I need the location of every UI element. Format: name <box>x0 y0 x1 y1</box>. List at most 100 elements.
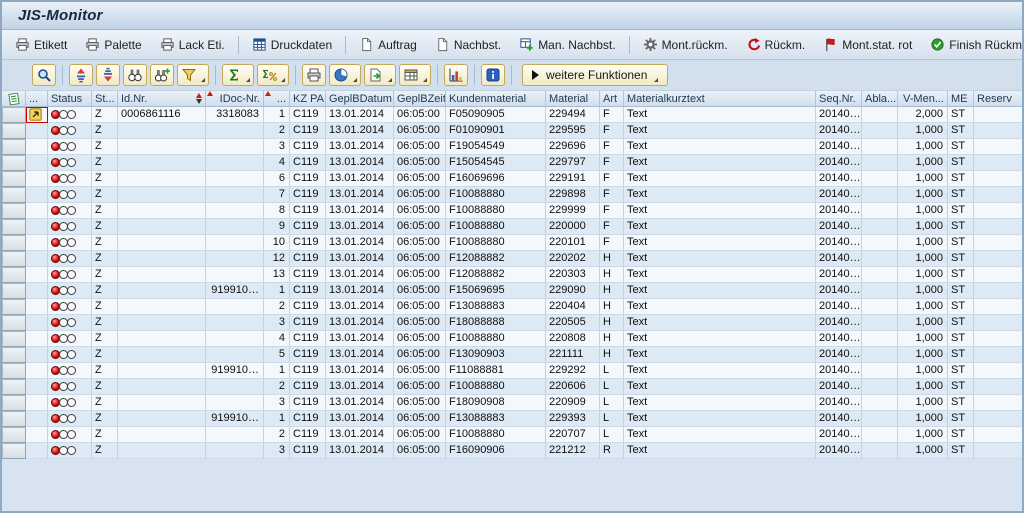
cell-seqnr[interactable]: 20140… <box>816 363 862 379</box>
column-header-kmat[interactable]: Kundenmaterial <box>446 91 546 106</box>
cell-gzeit[interactable]: 06:05:00 <box>394 155 446 171</box>
cell-status[interactable] <box>48 107 92 123</box>
layout-button[interactable] <box>399 64 431 86</box>
cell-kmat[interactable]: F15054545 <box>446 155 546 171</box>
cell-idoc[interactable] <box>206 251 264 267</box>
cell-material[interactable]: 220101 <box>546 235 600 251</box>
cell-idnr[interactable] <box>118 235 206 251</box>
sort-ascending-button[interactable] <box>69 64 93 86</box>
cell-ktext[interactable]: Text <box>624 123 816 139</box>
cell-st[interactable]: Z <box>92 267 118 283</box>
cell-art[interactable]: H <box>600 251 624 267</box>
cell-status[interactable] <box>48 251 92 267</box>
cell-gzeit[interactable]: 06:05:00 <box>394 267 446 283</box>
cell-kzpa[interactable]: C119 <box>290 219 326 235</box>
cell-status[interactable] <box>48 267 92 283</box>
cell-kmat[interactable]: F18090908 <box>446 395 546 411</box>
cell-status[interactable] <box>48 203 92 219</box>
cell-gzeit[interactable]: 06:05:00 <box>394 427 446 443</box>
cell-idnr[interactable] <box>118 203 206 219</box>
cell-dots1[interactable] <box>26 299 48 315</box>
cell-pos[interactable]: 7 <box>264 187 290 203</box>
cell-status[interactable] <box>48 427 92 443</box>
cell-st[interactable]: Z <box>92 219 118 235</box>
cell-pos[interactable]: 13 <box>264 267 290 283</box>
cell-me[interactable]: ST <box>948 187 974 203</box>
cell-status[interactable] <box>48 155 92 171</box>
cell-vmen[interactable]: 1,000 <box>898 219 948 235</box>
cell-kmat[interactable]: F10088880 <box>446 203 546 219</box>
cell-st[interactable]: Z <box>92 203 118 219</box>
cell-pos[interactable]: 12 <box>264 251 290 267</box>
cell-seqnr[interactable]: 20140… <box>816 411 862 427</box>
cell-idnr[interactable] <box>118 171 206 187</box>
cell-material[interactable]: 229999 <box>546 203 600 219</box>
export-button[interactable] <box>364 64 396 86</box>
cell-art[interactable]: H <box>600 347 624 363</box>
cell-seqnr[interactable]: 20140… <box>816 219 862 235</box>
cell-abla[interactable] <box>862 427 898 443</box>
cell-vmen[interactable]: 2,000 <box>898 107 948 123</box>
cell-material[interactable]: 220202 <box>546 251 600 267</box>
cell-pos[interactable]: 2 <box>264 299 290 315</box>
cell-vmen[interactable]: 1,000 <box>898 411 948 427</box>
find-next-button[interactable] <box>150 64 174 86</box>
cell-vmen[interactable]: 1,000 <box>898 235 948 251</box>
cell-ktext[interactable]: Text <box>624 443 816 459</box>
cell-vmen[interactable]: 1,000 <box>898 203 948 219</box>
cell-material[interactable]: 229595 <box>546 123 600 139</box>
toolbar-button-rückm[interactable]: Rückm. <box>737 33 815 56</box>
cell-abla[interactable] <box>862 331 898 347</box>
cell-seqnr[interactable]: 20140… <box>816 187 862 203</box>
cell-dots1[interactable] <box>26 427 48 443</box>
cell-material[interactable]: 220505 <box>546 315 600 331</box>
cell-gdatum[interactable]: 13.01.2014 <box>326 363 394 379</box>
cell-gzeit[interactable]: 06:05:00 <box>394 107 446 123</box>
cell-gdatum[interactable]: 13.01.2014 <box>326 203 394 219</box>
column-header-material[interactable]: Material <box>546 91 600 106</box>
cell-ktext[interactable]: Text <box>624 427 816 443</box>
cell-status[interactable] <box>48 331 92 347</box>
cell-gzeit[interactable]: 06:05:00 <box>394 251 446 267</box>
cell-kzpa[interactable]: C119 <box>290 395 326 411</box>
cell-vmen[interactable]: 1,000 <box>898 331 948 347</box>
cell-vmen[interactable]: 1,000 <box>898 315 948 331</box>
cell-kmat[interactable]: F01090901 <box>446 123 546 139</box>
cell-st[interactable]: Z <box>92 299 118 315</box>
cell-kmat[interactable]: F10088880 <box>446 187 546 203</box>
cell-material[interactable]: 220606 <box>546 379 600 395</box>
cell-idoc[interactable]: 3318083 <box>206 107 264 123</box>
cell-me[interactable]: ST <box>948 203 974 219</box>
cell-idoc[interactable] <box>206 123 264 139</box>
cell-art[interactable]: F <box>600 235 624 251</box>
cell-ktext[interactable]: Text <box>624 331 816 347</box>
cell-kmat[interactable]: F10088880 <box>446 235 546 251</box>
cell-seqnr[interactable]: 20140… <box>816 251 862 267</box>
cell-art[interactable]: H <box>600 331 624 347</box>
cell-vmen[interactable]: 1,000 <box>898 187 948 203</box>
cell-gzeit[interactable]: 06:05:00 <box>394 219 446 235</box>
cell-me[interactable]: ST <box>948 299 974 315</box>
cell-idoc[interactable]: 919910… <box>206 363 264 379</box>
cell-art[interactable]: F <box>600 155 624 171</box>
cell-kzpa[interactable]: C119 <box>290 267 326 283</box>
cell-material[interactable]: 229696 <box>546 139 600 155</box>
sum-button[interactable] <box>222 64 254 86</box>
cell-kmat[interactable]: F12088882 <box>446 267 546 283</box>
row-selector[interactable] <box>2 123 26 139</box>
cell-st[interactable]: Z <box>92 363 118 379</box>
cell-gdatum[interactable]: 13.01.2014 <box>326 331 394 347</box>
cell-vmen[interactable]: 1,000 <box>898 171 948 187</box>
cell-st[interactable]: Z <box>92 139 118 155</box>
cell-kmat[interactable]: F16090906 <box>446 443 546 459</box>
cell-art[interactable]: H <box>600 267 624 283</box>
cell-idoc[interactable]: 919910… <box>206 411 264 427</box>
cell-st[interactable]: Z <box>92 171 118 187</box>
cell-kmat[interactable]: F13088883 <box>446 411 546 427</box>
cell-seqnr[interactable]: 20140… <box>816 235 862 251</box>
cell-reserv[interactable] <box>974 107 1024 123</box>
column-header-idnr[interactable]: Id.Nr. <box>118 91 206 106</box>
cell-kzpa[interactable]: C119 <box>290 315 326 331</box>
cell-ktext[interactable]: Text <box>624 251 816 267</box>
cell-status[interactable] <box>48 139 92 155</box>
